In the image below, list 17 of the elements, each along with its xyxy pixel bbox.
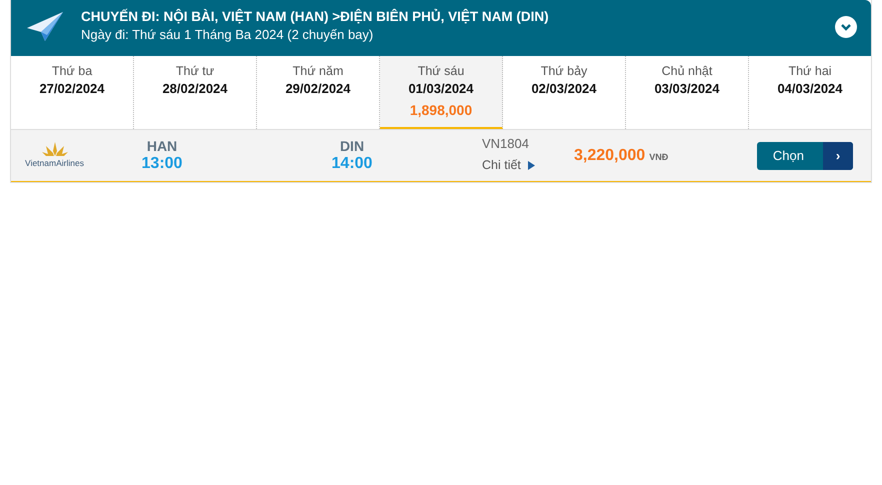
airport-code: DIN: [338, 138, 366, 154]
airline-name: VietnamAirlines: [25, 157, 84, 170]
date-tab[interactable]: Thứ hai 04/03/2024: [749, 56, 871, 129]
currency-label: VNĐ: [649, 150, 668, 164]
departure-date-text: Ngày đi: Thứ sáu 1 Tháng Ba 2024 (2 chuyến bay): [81, 26, 374, 43]
airport-code: HAN: [146, 138, 178, 154]
route-title: CHUYẾN ĐI: NỘI BÀI, VIỆT NAM (HAN) >ĐIỆN BIÊN PHỦ, VIỆT NAM (DIN): [81, 8, 550, 26]
expand-chevron-icon[interactable]: [835, 16, 857, 38]
date-tab[interactable]: Thứ sáu 01/03/2024 1,898,000: [380, 56, 503, 129]
lotus-logo-icon: [42, 141, 68, 158]
select-button[interactable]: Chọn ›: [756, 142, 853, 170]
caret-icon: [528, 160, 536, 170]
details-link[interactable]: Chi tiết: [482, 158, 536, 172]
fare-price: 3,220,000: [574, 146, 646, 166]
flight-time: 14:00: [330, 154, 374, 174]
flight-number: VN1804: [482, 134, 530, 152]
flight-time: 13:00: [140, 154, 184, 174]
